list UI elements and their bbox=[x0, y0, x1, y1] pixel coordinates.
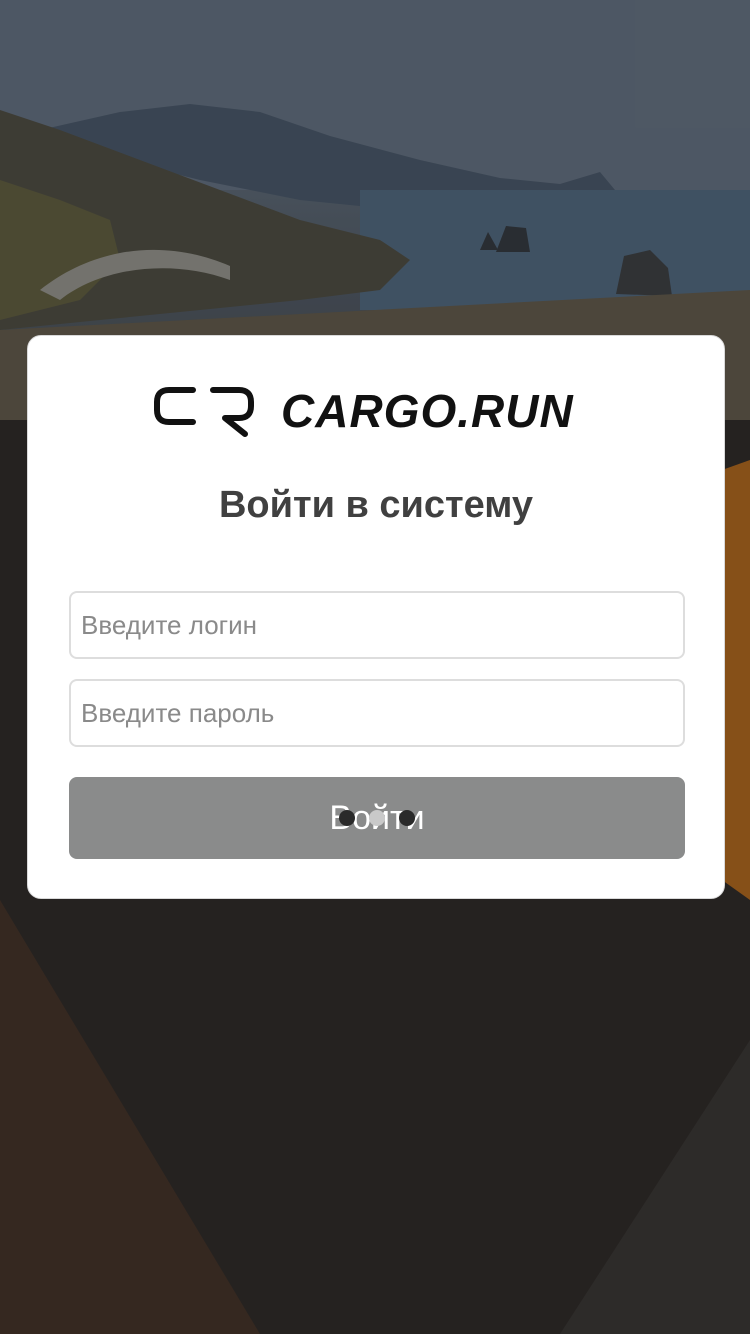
login-title: Войти в систему bbox=[218, 484, 534, 526]
login-card: CARGO.RUN Войти в систему Войти bbox=[27, 335, 725, 899]
cr-logo-icon bbox=[154, 387, 254, 437]
loading-dot bbox=[369, 810, 385, 826]
loading-dot bbox=[399, 810, 415, 826]
brand-name: CARGO.RUN bbox=[281, 385, 574, 437]
login-button[interactable]: Войти bbox=[69, 777, 685, 859]
loading-indicator bbox=[69, 777, 685, 859]
brand-logo: CARGO.RUN bbox=[153, 384, 574, 438]
password-input[interactable] bbox=[69, 679, 685, 747]
loading-dot bbox=[339, 810, 355, 826]
login-input[interactable] bbox=[69, 591, 685, 659]
